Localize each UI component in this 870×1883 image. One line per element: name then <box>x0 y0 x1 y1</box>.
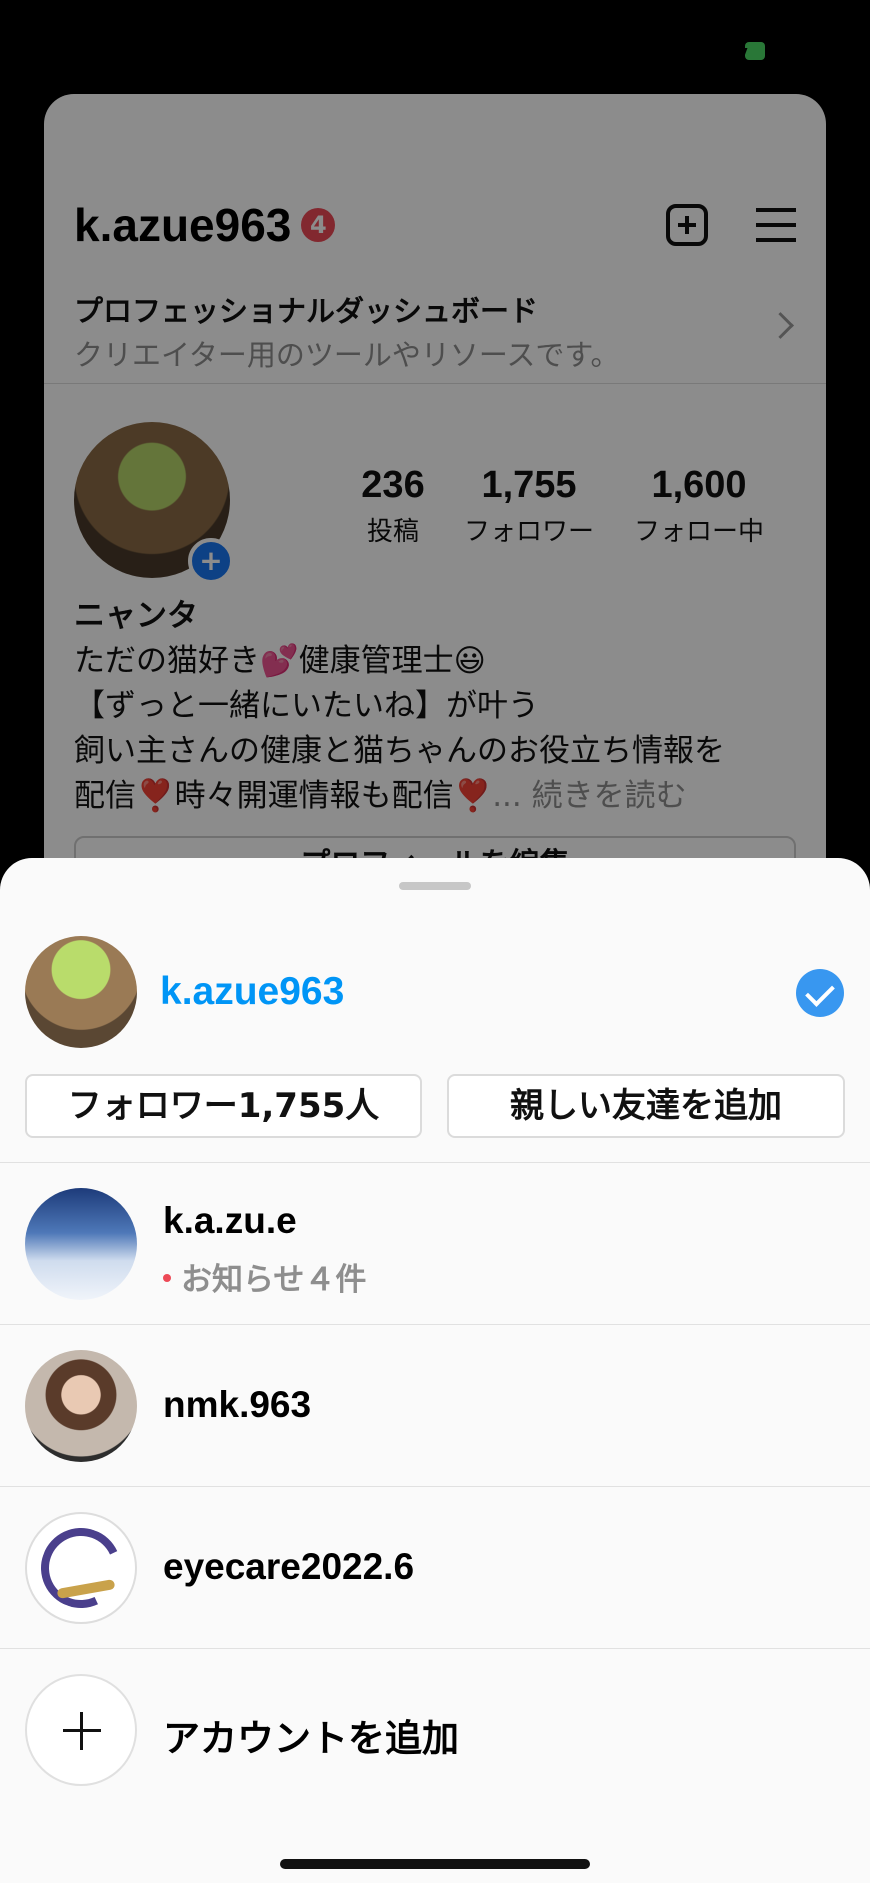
sheet-grabber[interactable] <box>399 882 471 890</box>
account-avatar <box>25 1350 137 1462</box>
account-switcher-sheet: k.azue963 フォロワー1,755人 親しい友達を追加 k.a.zu.e … <box>0 858 870 1883</box>
account-row[interactable]: eyecare2022.6 <box>0 1486 870 1648</box>
home-indicator[interactable] <box>280 1859 590 1869</box>
account-notice-text: お知らせ４件 <box>181 1262 367 1298</box>
plus-icon <box>25 1674 137 1786</box>
account-avatar <box>25 1512 137 1624</box>
account-username: k.a.zu.e <box>163 1200 297 1241</box>
add-close-friends-button[interactable]: 親しい友達を追加 <box>447 1074 845 1138</box>
unread-dot-icon <box>163 1273 171 1282</box>
account-notice: お知らせ４件 <box>163 1254 366 1299</box>
checkmark-icon <box>796 969 844 1017</box>
current-account-avatar[interactable] <box>25 936 137 1048</box>
account-username: eyecare2022.6 <box>163 1546 415 1587</box>
account-username: nmk.963 <box>163 1384 312 1425</box>
followers-button[interactable]: フォロワー1,755人 <box>25 1074 422 1138</box>
add-account-label: アカウントを追加 <box>163 1718 459 1759</box>
current-account-username[interactable]: k.azue963 <box>160 970 344 1014</box>
account-row[interactable]: k.a.zu.e お知らせ４件 <box>0 1162 870 1324</box>
account-row[interactable]: nmk.963 <box>0 1324 870 1486</box>
add-account-row[interactable]: アカウントを追加 <box>0 1648 870 1810</box>
account-avatar <box>25 1188 137 1300</box>
